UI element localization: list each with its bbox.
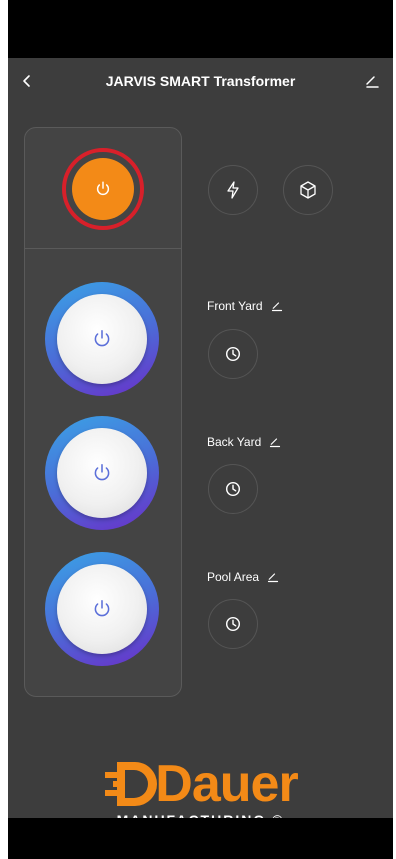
pencil-icon	[366, 76, 379, 88]
zone-power-back-yard[interactable]	[45, 416, 159, 530]
power-icon	[96, 181, 110, 196]
status-bar	[8, 0, 393, 58]
power-icon	[94, 599, 110, 617]
pencil-icon	[270, 438, 281, 448]
lightning-icon	[227, 181, 239, 199]
timer-button-front-yard[interactable]	[208, 329, 258, 379]
chevron-left-icon	[23, 75, 30, 87]
control-panel	[24, 127, 182, 697]
zone-name: Front Yard	[207, 299, 263, 313]
edit-device-button[interactable]	[359, 68, 385, 94]
clock-icon	[225, 481, 241, 497]
edit-zone-name-button[interactable]	[269, 436, 281, 448]
clock-icon	[225, 616, 241, 632]
clock-icon	[225, 346, 241, 362]
dauer-d-mark-icon	[105, 762, 158, 806]
panel-divider	[25, 248, 181, 249]
zone-name: Pool Area	[207, 570, 260, 584]
zone-pool-area: Pool Area	[207, 570, 279, 584]
pencil-icon	[267, 573, 279, 583]
cube-icon	[300, 181, 316, 199]
back-button[interactable]	[14, 68, 40, 94]
left-frame	[0, 0, 8, 859]
pencil-icon	[271, 302, 282, 312]
master-power-circle	[72, 158, 134, 220]
power-icon	[94, 463, 110, 481]
scene-button[interactable]	[283, 165, 333, 215]
zone-name: Back Yard	[207, 435, 262, 449]
app-header: JARVIS SMART Transformer	[8, 58, 393, 104]
zone-power-pool-area[interactable]	[45, 552, 159, 666]
timer-button-back-yard[interactable]	[208, 464, 258, 514]
master-power-button[interactable]	[62, 148, 144, 230]
navigation-bar	[8, 818, 393, 859]
page-title: JARVIS SMART Transformer	[105, 73, 296, 89]
energy-button[interactable]	[208, 165, 258, 215]
power-icon	[94, 329, 110, 347]
zone-power-front-yard[interactable]	[45, 282, 159, 396]
timer-button-pool-area[interactable]	[208, 599, 258, 649]
edit-zone-name-button[interactable]	[271, 300, 283, 312]
edit-zone-name-button[interactable]	[267, 571, 279, 583]
zone-back-yard: Back Yard	[207, 435, 281, 449]
zone-front-yard: Front Yard	[207, 299, 283, 313]
app-screen: JARVIS SMART Transformer Front Yard Back…	[8, 58, 393, 828]
brand-name: Dauer	[155, 755, 298, 813]
